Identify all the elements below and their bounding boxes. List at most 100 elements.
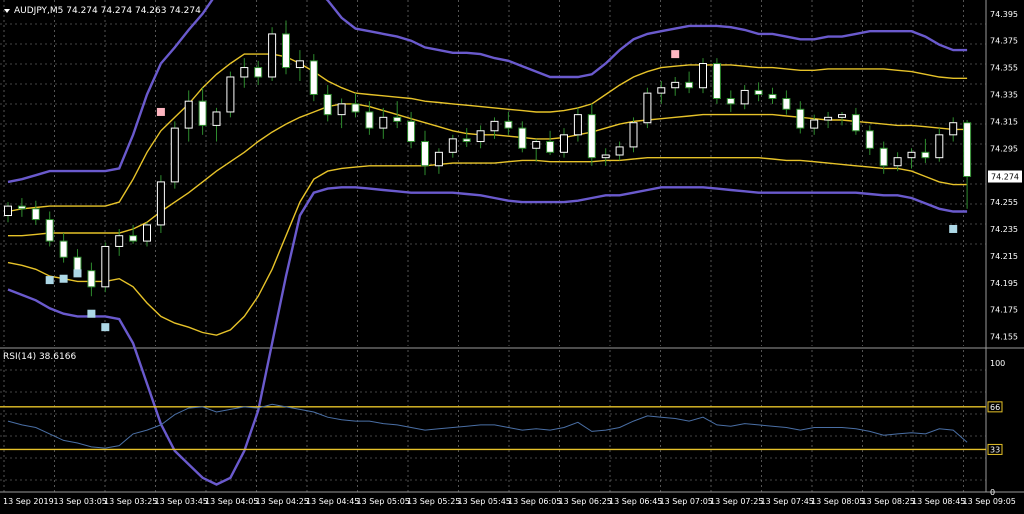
price-tick-label: 74.395 [990,10,1018,19]
candle-bull [893,157,902,167]
candle-bull [184,100,193,129]
time-tick-label: 13 Sep 2019 [3,497,54,506]
time-tick-label: 13 Sep 05:05 [357,497,410,506]
candle-bear [254,67,263,78]
candle-bull [490,120,499,132]
candle-bear [963,122,972,178]
candle-bull [657,87,666,94]
time-tick-label: 13 Sep 03:45 [155,497,208,506]
signal-marker-down [101,323,110,332]
time-tick-label: 13 Sep 08:25 [862,497,915,506]
candle-bear [462,138,471,143]
price-tick-label: 74.155 [990,333,1018,342]
candle-bear [309,60,318,95]
signal-marker-down [949,224,958,233]
candle-bear [879,147,888,167]
candle-bear [421,141,429,167]
candle-bull [532,141,541,149]
signal-marker-down [45,276,54,285]
candle-bear [17,205,26,210]
candle-bear [129,235,138,242]
candle-bear [546,141,555,153]
candle-bull [379,116,388,129]
price-tick-label: 74.375 [990,37,1018,46]
candle-bull [699,63,707,89]
candle-bull [4,205,12,217]
time-tick-label: 13 Sep 09:05 [963,497,1016,506]
candle-bull [101,245,110,288]
candle-bull [629,122,638,148]
candle-bear [782,98,791,110]
candle-bear [865,130,874,149]
signal-marker-down [87,309,96,318]
candle-bear [796,108,805,129]
candle-bull [810,119,819,129]
rsi-tick-label: 100 [990,359,1005,368]
price-tick-label: 74.295 [990,144,1018,153]
chart-canvas: 74.395 74.375 74.355 74.335 74.315 74.295 74.2… [0,0,1024,514]
time-tick-label: 13 Sep 04:25 [256,497,309,506]
candle-bear [87,270,96,288]
rsi-header: RSI(14) 38.6166 [3,352,76,362]
rsi-tick-label: 0 [990,488,995,497]
time-tick-label: 13 Sep 04:05 [205,497,258,506]
time-tick-label: 13 Sep 08:05 [811,497,864,506]
candle-bear [712,63,721,100]
signal-marker-down [73,269,82,278]
time-tick-label: 13 Sep 06:45 [609,497,662,506]
candle-bear [518,127,527,149]
candle-bear [685,81,694,89]
candle-bear [282,33,290,69]
candle-bear [323,93,332,116]
price-tick-label: 74.355 [990,64,1018,73]
time-tick-label: 13 Sep 08:45 [912,497,965,506]
price-tick-label: 74.255 [990,198,1018,207]
time-tick-label: 13 Sep 07:05 [660,497,713,506]
candle-bull [907,151,916,159]
candle-bear [851,114,860,132]
candle-bull [643,92,652,124]
candle-bull [337,103,346,116]
candle-bear [45,219,54,242]
candle-bear [393,116,402,122]
candle-bull [115,235,124,247]
time-tick-label: 13 Sep 06:25 [559,497,612,506]
time-tick-label: 13 Sep 05:25 [407,497,460,506]
candle-bull [170,127,179,183]
candle-bear [59,240,68,258]
rsi-tick-label: 33 [990,445,1000,454]
candle-bull [615,146,624,156]
candle-bull [143,224,151,242]
candle-bull [212,111,221,126]
current-price-label: 74.274 [991,173,1019,182]
time-tick-label: 13 Sep 07:45 [761,497,814,506]
candle-bear [407,120,416,143]
price-tick-label: 74.175 [990,306,1018,315]
candle-bull [295,60,304,69]
candle-bear [587,114,596,159]
time-tick-label: 13 Sep 06:05 [508,497,561,506]
candle-bull [573,114,582,136]
candle-bull [226,76,235,113]
candle-bear [754,89,763,95]
candle-bear [726,98,735,105]
candle-bull [838,114,846,118]
signal-marker-down [59,274,68,283]
price-tick-label: 74.235 [990,225,1018,234]
price-tick-label: 74.195 [990,279,1018,288]
candle-bull [671,81,680,89]
candle-bull [240,67,249,78]
candle-bear [198,100,207,126]
candle-bear [31,208,40,221]
signal-marker-up [671,50,680,59]
time-tick-label: 13 Sep 05:45 [458,497,511,506]
candle-bull [935,134,944,159]
candle-bull [156,181,165,226]
price-tick-label: 74.315 [990,117,1018,126]
symbol-header: AUDJPY,M5 74.274 74.274 74.263 74.274 [14,6,201,16]
time-axis: 13 Sep 2019 13 Sep 03:0513 Sep 03:2513 Se… [3,497,1016,506]
candle-bull [434,151,443,167]
candle-bull [268,33,277,78]
candle-bull [601,154,610,159]
price-tick-label: 74.215 [990,252,1018,261]
